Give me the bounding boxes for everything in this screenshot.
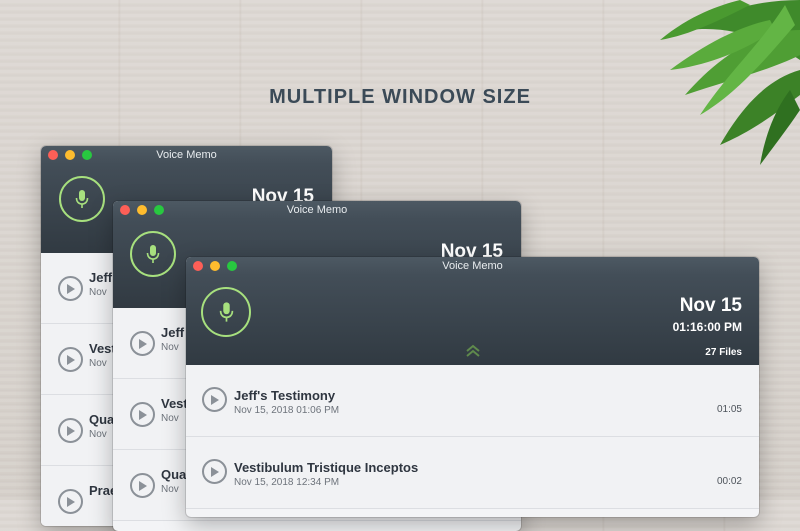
close-button[interactable] [48, 150, 58, 160]
close-button[interactable] [120, 205, 130, 215]
recorder-header: Nov 15 01:16:00 PM 27 Files [186, 275, 759, 365]
leaves-decoration [660, 0, 800, 165]
play-icon [67, 425, 75, 436]
play-icon [139, 338, 147, 349]
title-bar[interactable]: Voice Memo [186, 257, 759, 275]
minimize-button[interactable] [210, 261, 220, 271]
memo-list: Jeff's Testimony Nov 15, 2018 01:06 PM 0… [186, 365, 759, 509]
microphone-icon [146, 245, 160, 263]
memo-title: Vest [89, 341, 116, 356]
memo-date: Nov [89, 429, 107, 440]
play-button[interactable] [58, 347, 83, 372]
chevron-double-up-icon [465, 344, 480, 357]
play-button[interactable] [202, 459, 227, 484]
play-button[interactable] [202, 387, 227, 412]
current-time: 01:16:00 PM [672, 320, 742, 334]
voice-memo-window-small: Voice Memo Nov 15 01:16:00 PM 27 Files J… [186, 257, 759, 517]
memo-title: Jeff [89, 270, 113, 285]
memo-date: Nov [89, 287, 107, 298]
play-button[interactable] [130, 402, 155, 427]
minimize-button[interactable] [65, 150, 75, 160]
memo-date: Nov [161, 413, 179, 424]
memo-title: Vest [161, 396, 188, 411]
play-icon [67, 283, 75, 294]
expand-toggle[interactable] [465, 344, 481, 363]
microphone-icon [75, 190, 89, 208]
record-button[interactable] [201, 287, 251, 337]
memo-date: Nov 15, 2018 12:34 PM [234, 477, 340, 488]
file-count: 27 Files [705, 347, 742, 358]
memo-row[interactable]: Vestibulum Tristique Inceptos Nov 15, 20… [186, 437, 759, 509]
title-bar[interactable]: Voice Memo [113, 201, 521, 219]
record-button[interactable] [130, 231, 176, 277]
memo-title: Qua [161, 467, 187, 482]
memo-title: Vestibulum Tristique Inceptos [234, 460, 419, 475]
record-button[interactable] [59, 176, 105, 222]
current-date: Nov 15 [679, 295, 742, 316]
window-title: Voice Memo [156, 149, 217, 161]
minimize-button[interactable] [137, 205, 147, 215]
play-button[interactable] [58, 418, 83, 443]
play-icon [139, 480, 147, 491]
memo-duration: 00:02 [716, 476, 742, 487]
memo-row[interactable]: Jeff's Testimony Nov 15, 2018 01:06 PM 0… [186, 365, 759, 437]
play-icon [211, 394, 219, 405]
zoom-button[interactable] [227, 261, 237, 271]
memo-date: Nov [161, 484, 179, 495]
memo-title: Jeff's Testimony [234, 388, 336, 403]
microphone-icon [219, 302, 233, 322]
memo-date: Nov [161, 342, 179, 353]
play-icon [67, 496, 75, 507]
close-button[interactable] [193, 261, 203, 271]
memo-duration: 01:05 [716, 404, 742, 415]
zoom-button[interactable] [154, 205, 164, 215]
title-bar[interactable]: Voice Memo [41, 146, 332, 164]
memo-date: Nov [89, 358, 107, 369]
play-button[interactable] [58, 276, 83, 301]
memo-title: Jeff [161, 325, 185, 340]
play-button[interactable] [130, 331, 155, 356]
memo-date: Nov 15, 2018 01:06 PM [234, 405, 340, 416]
play-icon [139, 409, 147, 420]
zoom-button[interactable] [82, 150, 92, 160]
play-button[interactable] [130, 473, 155, 498]
play-icon [211, 466, 219, 477]
window-title: Voice Memo [442, 260, 503, 272]
play-button[interactable] [58, 489, 83, 514]
memo-title: Qua [89, 412, 115, 427]
play-icon [67, 354, 75, 365]
window-title: Voice Memo [286, 204, 348, 216]
